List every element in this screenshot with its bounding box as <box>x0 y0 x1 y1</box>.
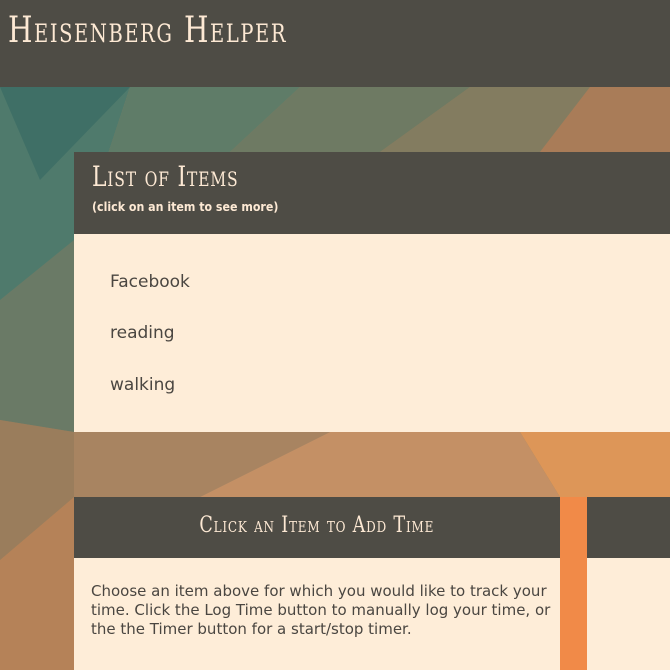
items-panel-subtitle: (click on an item to see more) <box>92 200 279 214</box>
add-time-panel-header: Click an Item to Add Time <box>74 497 560 558</box>
items-panel-title: List of Items <box>92 160 239 193</box>
secondary-panel-header <box>587 497 670 558</box>
app-header: Heisenberg Helper <box>0 0 670 87</box>
items-panel-body: Facebook reading walking <box>74 234 670 432</box>
app-title: Heisenberg Helper <box>8 10 288 51</box>
items-panel-header: List of Items (click on an item to see m… <box>74 152 670 234</box>
list-item-facebook[interactable]: Facebook <box>110 272 190 292</box>
add-time-panel-title: Click an Item to Add Time <box>74 513 560 538</box>
list-item-walking[interactable]: walking <box>110 375 175 395</box>
list-item-reading[interactable]: reading <box>110 323 175 343</box>
add-time-panel-body: Choose an item above for which you would… <box>74 558 560 670</box>
add-time-instructions: Choose an item above for which you would… <box>91 582 551 638</box>
secondary-panel-body <box>587 558 670 670</box>
add-time-panel-title-text: Click an Item to Add Time <box>199 513 435 538</box>
